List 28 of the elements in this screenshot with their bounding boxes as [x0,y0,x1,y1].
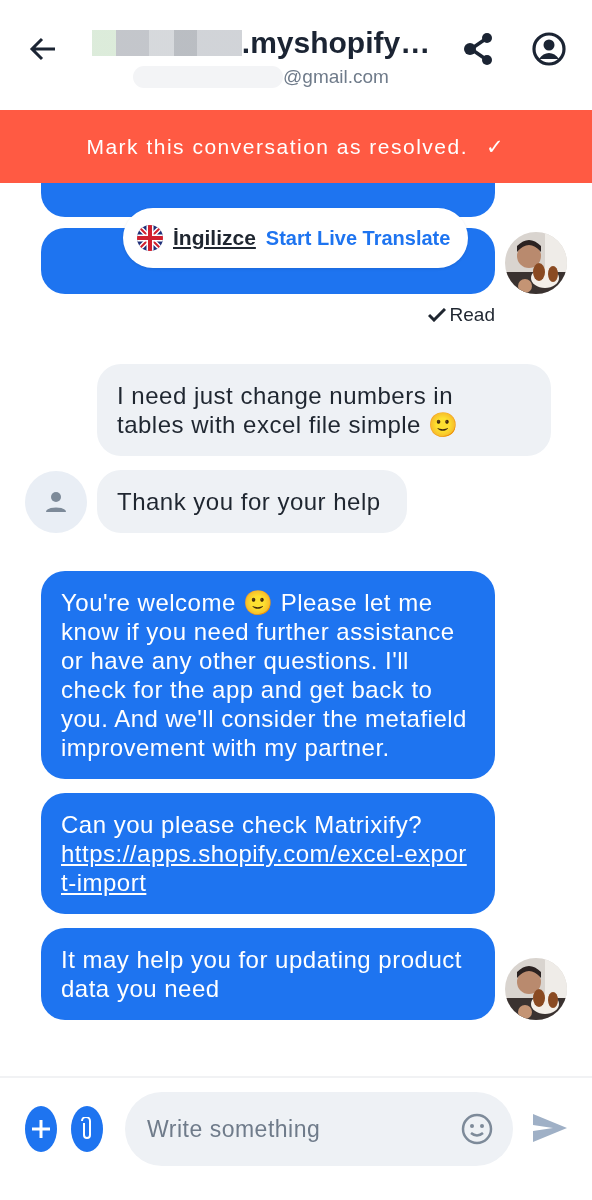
message-bubble: Thank you for your help [97,470,407,533]
read-status: Read [449,304,495,326]
paperclip-icon [80,1117,94,1141]
add-button[interactable] [25,1106,57,1152]
message-bubble: You're welcome 🙂 Please let me know if you need further assistance or have any other questions. I'll check for the app and get back to you. And we'll consider the metafield improvement with my partner. [41,571,495,779]
back-arrow-icon [29,37,57,61]
message-bubble: It may help you for updating product data you need [41,928,495,1020]
person-icon [45,491,67,513]
plus-icon [31,1119,51,1139]
language-link[interactable]: İngilizce [173,226,256,250]
message-input[interactable]: Write something [125,1092,513,1166]
check-icon [427,308,446,322]
message-text: Can you please check Matrixify? [61,811,422,838]
resolve-banner[interactable]: Mark this conversation as resolved. ✓ [0,110,592,183]
flag-icon [137,225,163,251]
store-name: .myshopify… [241,26,431,60]
send-icon [533,1113,567,1142]
email-address: @gmail.com [283,66,389,88]
emoji-icon[interactable] [461,1113,493,1145]
check-mark: ✓ [486,134,506,159]
account-icon [532,32,566,66]
share-icon [463,32,495,66]
attach-button[interactable] [71,1106,103,1152]
link[interactable]: https://apps.shopify.com/excel-export-import [61,839,469,897]
message-bubble: I need just change numbers in tables with excel file simple 🙂 [97,364,551,456]
translate-link[interactable]: Start Live Translate [265,226,451,250]
send-button[interactable] [533,1113,567,1145]
banner-text: Mark this conversation as resolved. [86,134,469,159]
